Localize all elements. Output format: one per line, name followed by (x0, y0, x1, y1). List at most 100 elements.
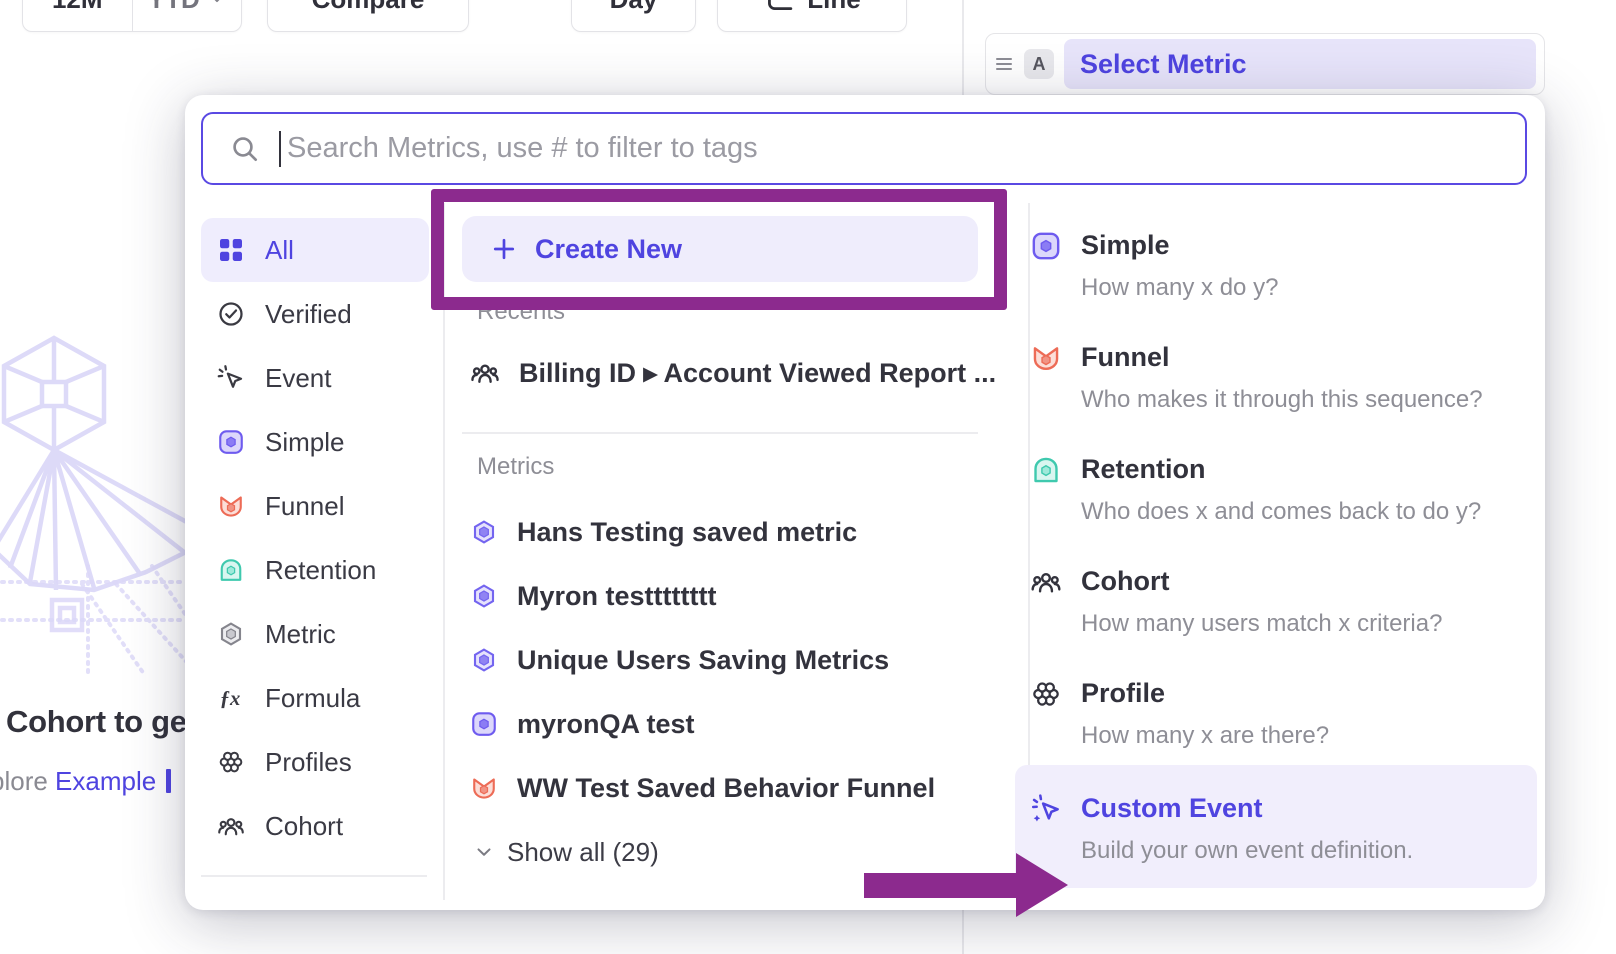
type-description: How many x are there? (1081, 722, 1329, 750)
svg-text:ƒx: ƒx (220, 688, 241, 710)
create-new-button[interactable]: Create New (462, 216, 978, 282)
metric-list-item[interactable]: Hans Testing saved metric (469, 512, 857, 552)
metric-item-label: Myron testttttttt (517, 581, 716, 612)
chevron-down-icon (473, 841, 495, 863)
example-link[interactable]: Example (55, 766, 156, 796)
text-cursor (279, 131, 281, 167)
explore-prefix: plore (0, 766, 55, 796)
sidebar-item-all[interactable]: All (201, 218, 429, 282)
compare-label: Compare (312, 0, 425, 15)
type-description: How many x do y? (1081, 274, 1278, 302)
sidebar-item-label: Simple (265, 427, 344, 458)
range-ytd-button[interactable]: YTD (132, 0, 242, 31)
sidebar-item-partial[interactable] (201, 890, 429, 910)
sidebar-item-metric[interactable]: Metric (201, 602, 429, 666)
sidebar-item-label: Formula (265, 683, 360, 714)
funnel-icon (469, 773, 499, 803)
sidebar-item-label: Cohort (265, 811, 343, 842)
sidebar-item-simple[interactable]: Simple (201, 410, 429, 474)
simple-icon (1029, 229, 1063, 268)
sidebar-item-label: Funnel (265, 491, 345, 522)
sidebar-item-label: Metric (265, 619, 336, 650)
metrics-heading: Metrics (477, 453, 554, 481)
recent-item[interactable]: Billing ID ▸ Account Viewed Report ... (469, 353, 996, 393)
app-screen: 12M YTD Compare Day Line A Select Metric (0, 0, 1616, 954)
search-input[interactable]: Search Metrics, use # to filter to tags (201, 112, 1527, 185)
cohort-icon (1029, 565, 1063, 604)
metric-icon (469, 581, 499, 611)
metric-row-a: A Select Metric (985, 33, 1545, 95)
type-description: Build your own event definition. (1081, 837, 1413, 865)
range-12m-label: 12M (52, 0, 103, 15)
line-chart-icon (763, 0, 793, 14)
sidebar-item-funnel[interactable]: Funnel (201, 474, 429, 538)
cohort-icon (216, 811, 246, 841)
search-icon (229, 133, 261, 165)
custom-event-icon (1029, 792, 1063, 831)
sidebar-item-cohort[interactable]: Cohort (201, 794, 429, 858)
create-new-label: Create New (535, 234, 682, 265)
metric-list-item[interactable]: myronQA test (469, 704, 695, 744)
date-range-group: 12M YTD (22, 0, 242, 32)
search-placeholder: Search Metrics, use # to filter to tags (287, 132, 758, 165)
wireframe-illustration (0, 330, 198, 722)
show-all-button[interactable]: Show all (29) (473, 836, 659, 868)
type-description: How many users match x criteria? (1081, 610, 1442, 638)
profiles-icon (216, 747, 246, 777)
sidebar-item-formula[interactable]: ƒx Formula (201, 666, 429, 730)
type-custom-event[interactable]: Custom Event Build your own event defini… (1015, 765, 1537, 888)
sidebar-item-event[interactable]: Event (201, 346, 429, 410)
metric-icon (469, 645, 499, 675)
sidebar-item-label: Retention (265, 555, 376, 586)
type-title: Custom Event (1081, 791, 1263, 825)
range-12m-button[interactable]: 12M (23, 0, 132, 31)
retention-icon (1029, 453, 1063, 492)
sidebar-item-verified[interactable]: Verified (201, 282, 429, 346)
recent-item-label: Billing ID ▸ Account Viewed Report ... (519, 358, 996, 389)
sidebar-divider (443, 203, 445, 900)
type-simple[interactable]: Simple How many x do y? (1015, 228, 1537, 326)
interval-day-button[interactable]: Day (571, 0, 696, 32)
sidebar-item-label: Profiles (265, 747, 352, 778)
type-title: Profile (1081, 676, 1165, 710)
chart-type-line-button[interactable]: Line (717, 0, 907, 32)
metric-icon (469, 517, 499, 547)
type-description: Who makes it through this sequence? (1081, 386, 1483, 414)
range-ytd-label: YTD (148, 0, 200, 15)
type-cohort[interactable]: Cohort How many users match x criteria? (1015, 564, 1537, 662)
type-title: Simple (1081, 228, 1170, 262)
metric-item-label: Unique Users Saving Metrics (517, 645, 889, 676)
metric-letter-badge: A (1024, 49, 1054, 79)
verified-icon (216, 299, 246, 329)
chevron-down-icon (208, 0, 226, 8)
metric-list-item[interactable]: WW Test Saved Behavior Funnel (469, 768, 935, 808)
day-label: Day (610, 0, 658, 15)
type-title: Funnel (1081, 340, 1170, 374)
sidebar-item-profiles[interactable]: Profiles (201, 730, 429, 794)
metric-list-item[interactable]: Myron testttttttt (469, 576, 716, 616)
compare-button[interactable]: Compare (267, 0, 469, 32)
metric-list-item[interactable]: Unique Users Saving Metrics (469, 640, 889, 680)
event-icon (216, 363, 246, 393)
retention-icon (216, 555, 246, 585)
type-funnel[interactable]: Funnel Who makes it through this sequenc… (1015, 340, 1537, 438)
empty-state-headline: Cohort to ge (6, 704, 187, 740)
sidebar-item-retention[interactable]: Retention (201, 538, 429, 602)
sidebar-section-divider (201, 875, 427, 877)
type-retention[interactable]: Retention Who does x and comes back to d… (1015, 452, 1537, 550)
cohort-icon (469, 357, 501, 389)
plus-icon (490, 235, 518, 263)
type-profile[interactable]: Profile How many x are there? (1015, 676, 1537, 774)
sidebar-item-label: All (265, 235, 294, 266)
select-metric-button[interactable]: Select Metric (1064, 39, 1536, 89)
drag-handle-icon[interactable] (994, 53, 1014, 75)
recents-heading: Recents (477, 298, 565, 326)
formula-icon: ƒx (216, 683, 246, 713)
simple-icon (216, 427, 246, 457)
type-title: Retention (1081, 452, 1206, 486)
metric-item-label: myronQA test (517, 709, 695, 740)
sidebar-item-label: Verified (265, 299, 352, 330)
show-all-label: Show all (29) (507, 837, 659, 868)
clipped-letter (166, 769, 171, 793)
recents-metrics-divider (462, 432, 978, 434)
